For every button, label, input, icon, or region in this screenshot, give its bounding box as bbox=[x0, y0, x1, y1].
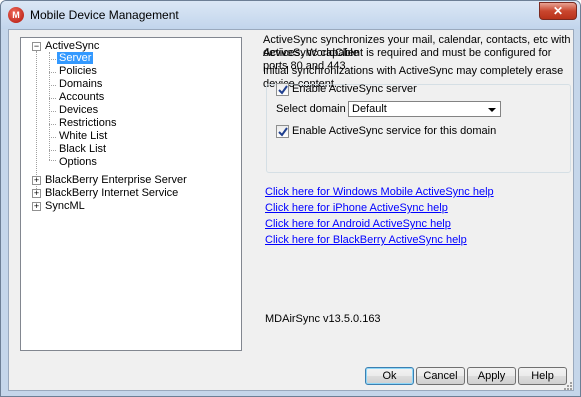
blackberry-help-link[interactable]: Click here for BlackBerry ActiveSync hel… bbox=[265, 234, 467, 246]
tree-item-syncml[interactable]: SyncML bbox=[45, 200, 85, 213]
expand-icon[interactable]: + bbox=[32, 176, 41, 185]
tree-connector-icon bbox=[49, 137, 56, 138]
version-text: MDAirSync v13.5.0.163 bbox=[265, 313, 381, 325]
close-button[interactable]: ✕ bbox=[539, 2, 577, 20]
enable-server-label[interactable]: Enable ActiveSync server bbox=[292, 83, 417, 96]
iphone-help-link[interactable]: Click here for iPhone ActiveSync help bbox=[265, 202, 448, 214]
tree-item-accounts[interactable]: Accounts bbox=[59, 91, 104, 104]
tree-item-domains[interactable]: Domains bbox=[59, 78, 102, 91]
enable-domain-checkbox[interactable] bbox=[276, 125, 289, 138]
tree-item-blackberry-internet-service[interactable]: BlackBerry Internet Service bbox=[45, 187, 178, 200]
tree-connector-icon bbox=[36, 51, 37, 189]
dialog-window: M Mobile Device Management ✕ − ActiveSyn… bbox=[0, 0, 581, 397]
checkmark-icon bbox=[278, 85, 288, 95]
cancel-button[interactable]: Cancel bbox=[416, 367, 465, 385]
tree-connector-icon bbox=[49, 160, 56, 161]
tree-connector-icon bbox=[49, 59, 56, 60]
help-button[interactable]: Help bbox=[518, 367, 567, 385]
select-domain-label: Select domain bbox=[276, 103, 346, 115]
tree-item-white-list[interactable]: White List bbox=[59, 130, 107, 143]
tree-connector-icon bbox=[49, 150, 56, 151]
ok-button[interactable]: Ok bbox=[365, 367, 414, 385]
tree-item-policies[interactable]: Policies bbox=[59, 65, 97, 78]
tree-item-blackberry-enterprise-server[interactable]: BlackBerry Enterprise Server bbox=[45, 174, 187, 187]
tree-connector-icon bbox=[49, 72, 56, 73]
tree-connector-icon bbox=[49, 85, 56, 86]
tree-item-label: Server bbox=[57, 52, 94, 64]
tree-connector-icon bbox=[49, 52, 50, 160]
tree-item-server[interactable]: Server bbox=[57, 52, 94, 65]
tree-connector-icon bbox=[49, 124, 56, 125]
resize-grip-icon[interactable] bbox=[562, 380, 572, 390]
collapse-icon[interactable]: − bbox=[32, 42, 41, 51]
dialog-client-area: − ActiveSync Server Policies Domains Acc… bbox=[8, 29, 574, 391]
apply-button[interactable]: Apply bbox=[467, 367, 516, 385]
android-help-link[interactable]: Click here for Android ActiveSync help bbox=[265, 218, 451, 230]
title-bar[interactable]: M Mobile Device Management ✕ bbox=[1, 1, 580, 29]
expand-icon[interactable]: + bbox=[32, 202, 41, 211]
tree-item-devices[interactable]: Devices bbox=[59, 104, 98, 117]
tree-item-black-list[interactable]: Black List bbox=[59, 143, 106, 156]
windows-mobile-help-link[interactable]: Click here for Windows Mobile ActiveSync… bbox=[265, 186, 494, 198]
tree-connector-icon bbox=[49, 98, 56, 99]
tree-connector-icon bbox=[49, 111, 56, 112]
enable-domain-label[interactable]: Enable ActiveSync service for this domai… bbox=[292, 125, 496, 138]
enable-server-checkbox[interactable] bbox=[276, 83, 289, 96]
dropdown-arrow-icon bbox=[488, 108, 496, 112]
window-title: Mobile Device Management bbox=[30, 8, 179, 22]
app-logo-icon: M bbox=[8, 7, 24, 23]
expand-icon[interactable]: + bbox=[32, 189, 41, 198]
domain-select-value: Default bbox=[352, 103, 387, 115]
navigation-tree[interactable]: − ActiveSync Server Policies Domains Acc… bbox=[20, 37, 242, 351]
tree-item-restrictions[interactable]: Restrictions bbox=[59, 117, 116, 130]
domain-select[interactable]: Default bbox=[348, 101, 501, 117]
tree-item-options[interactable]: Options bbox=[59, 156, 97, 169]
checkmark-icon bbox=[278, 127, 288, 137]
